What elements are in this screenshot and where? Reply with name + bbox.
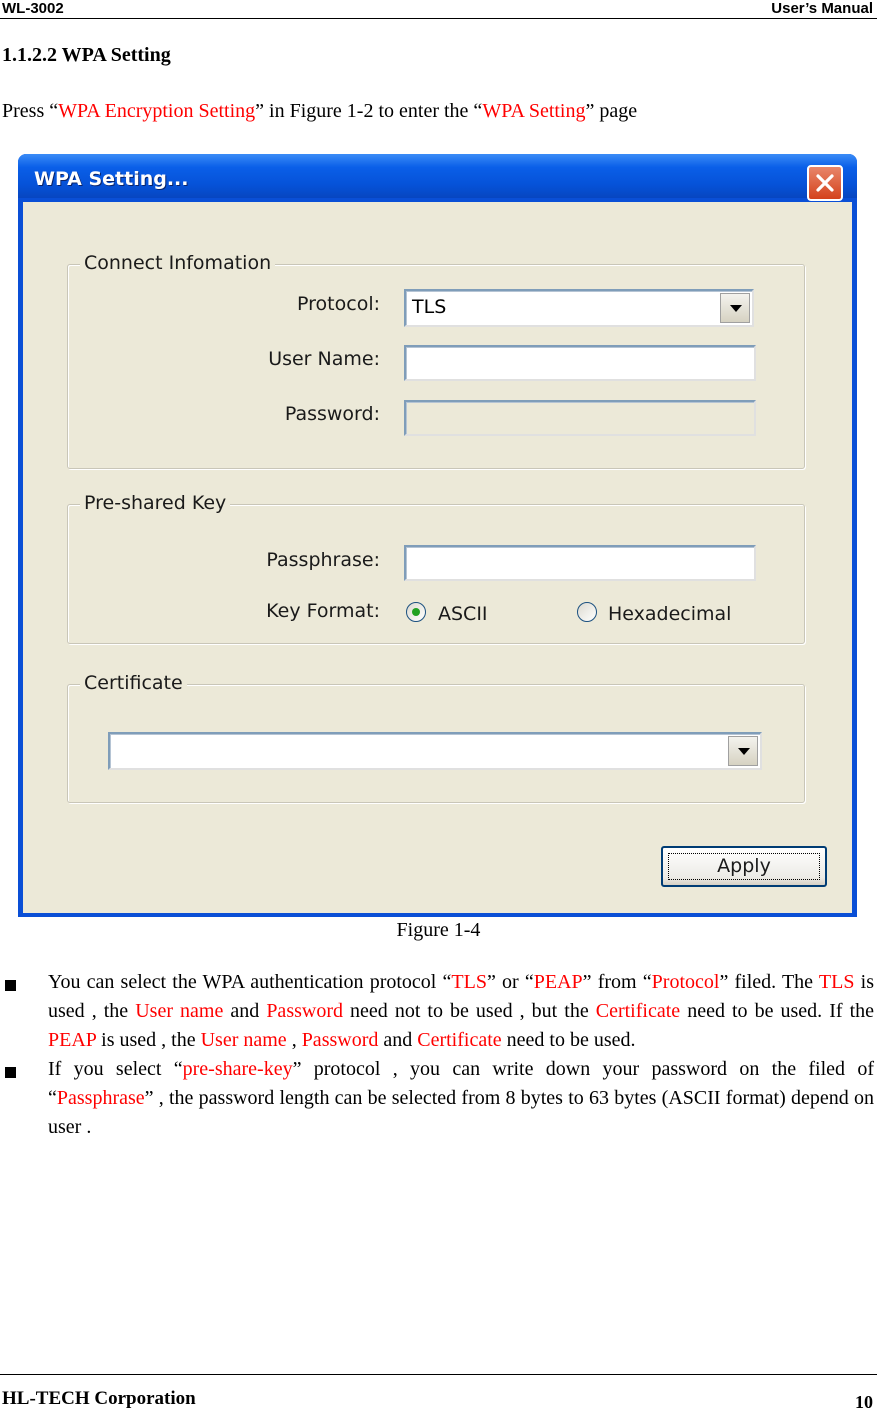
bullet-item: If you select “pre-share-key” protocol ,… xyxy=(0,1055,877,1142)
footer-company: HL-TECH Corporation xyxy=(2,1388,196,1409)
bullet-item: You can select the WPA authentication pr… xyxy=(0,968,877,1055)
password-label: Password: xyxy=(284,403,380,425)
connect-info-group-label: Connect Infomation xyxy=(80,252,276,274)
password-input[interactable] xyxy=(404,400,756,436)
close-icon xyxy=(816,174,834,192)
chevron-down-icon xyxy=(738,748,750,755)
certificate-dropdown-button[interactable] xyxy=(728,736,758,766)
intro-text: ” page xyxy=(585,100,638,122)
dialog-title: WPA Setting... xyxy=(34,168,189,190)
ascii-radio-label: ASCII xyxy=(438,603,488,625)
connect-info-group: Connect Infomation Protocol: TLS User Na… xyxy=(67,252,805,469)
passphrase-input[interactable] xyxy=(404,545,756,581)
focus-rect xyxy=(668,853,820,880)
bullet-square-icon xyxy=(5,980,16,991)
dialog-titlebar[interactable]: WPA Setting... xyxy=(18,154,857,201)
dialog-client-area: Connect Infomation Protocol: TLS User Na… xyxy=(23,202,852,913)
section-title: 1.1.2.2 WPA Setting xyxy=(2,44,171,66)
intro-text: Press “ xyxy=(2,100,59,122)
wpa-setting-dialog: WPA Setting... Connect Infomation Protoc… xyxy=(18,154,857,917)
username-label: User Name: xyxy=(268,348,380,370)
preshared-key-group-label: Pre-shared Key xyxy=(80,492,231,514)
bullet-text: You can select the WPA authentication pr… xyxy=(48,971,874,1051)
keyformat-label: Key Format: xyxy=(266,600,380,622)
protocol-label: Protocol: xyxy=(297,293,380,315)
preshared-key-group: Pre-shared Key Passphrase: Key Format: A… xyxy=(67,492,805,644)
protocol-dropdown[interactable]: TLS xyxy=(404,289,754,327)
intro-highlight: WPA Encryption Setting xyxy=(58,100,256,122)
apply-button[interactable]: Apply xyxy=(661,846,827,887)
footer-rule xyxy=(0,1374,877,1375)
protocol-dropdown-button[interactable] xyxy=(720,293,750,323)
header-manual-title: User’s Manual xyxy=(771,0,873,17)
passphrase-label: Passphrase: xyxy=(266,549,380,571)
protocol-value: TLS xyxy=(412,296,447,318)
ascii-radio[interactable] xyxy=(406,602,426,622)
intro-highlight: WPA Setting xyxy=(482,100,586,122)
close-button[interactable] xyxy=(807,165,843,201)
certificate-dropdown[interactable] xyxy=(108,732,762,770)
chevron-down-icon xyxy=(730,305,742,312)
header-rule xyxy=(0,18,877,19)
intro-text: ” in Figure 1-2 to enter the “ xyxy=(255,100,483,122)
hexadecimal-radio-label: Hexadecimal xyxy=(608,603,732,625)
intro-paragraph: Press “WPA Encryption Setting” in Figure… xyxy=(2,100,637,123)
hexadecimal-radio[interactable] xyxy=(577,602,597,622)
certificate-group: Certificate xyxy=(67,672,805,803)
figure-caption: Figure 1-4 xyxy=(396,919,481,941)
bullet-square-icon xyxy=(5,1067,16,1078)
username-input[interactable] xyxy=(404,345,756,381)
certificate-group-label: Certificate xyxy=(80,672,187,694)
bullet-list: You can select the WPA authentication pr… xyxy=(0,968,877,1142)
radio-selected-dot xyxy=(412,608,420,616)
page-number: 10 xyxy=(855,1392,873,1412)
header-doc-id: WL-3002 xyxy=(2,0,64,17)
bullet-text: If you select “pre-share-key” protocol ,… xyxy=(48,1058,874,1138)
